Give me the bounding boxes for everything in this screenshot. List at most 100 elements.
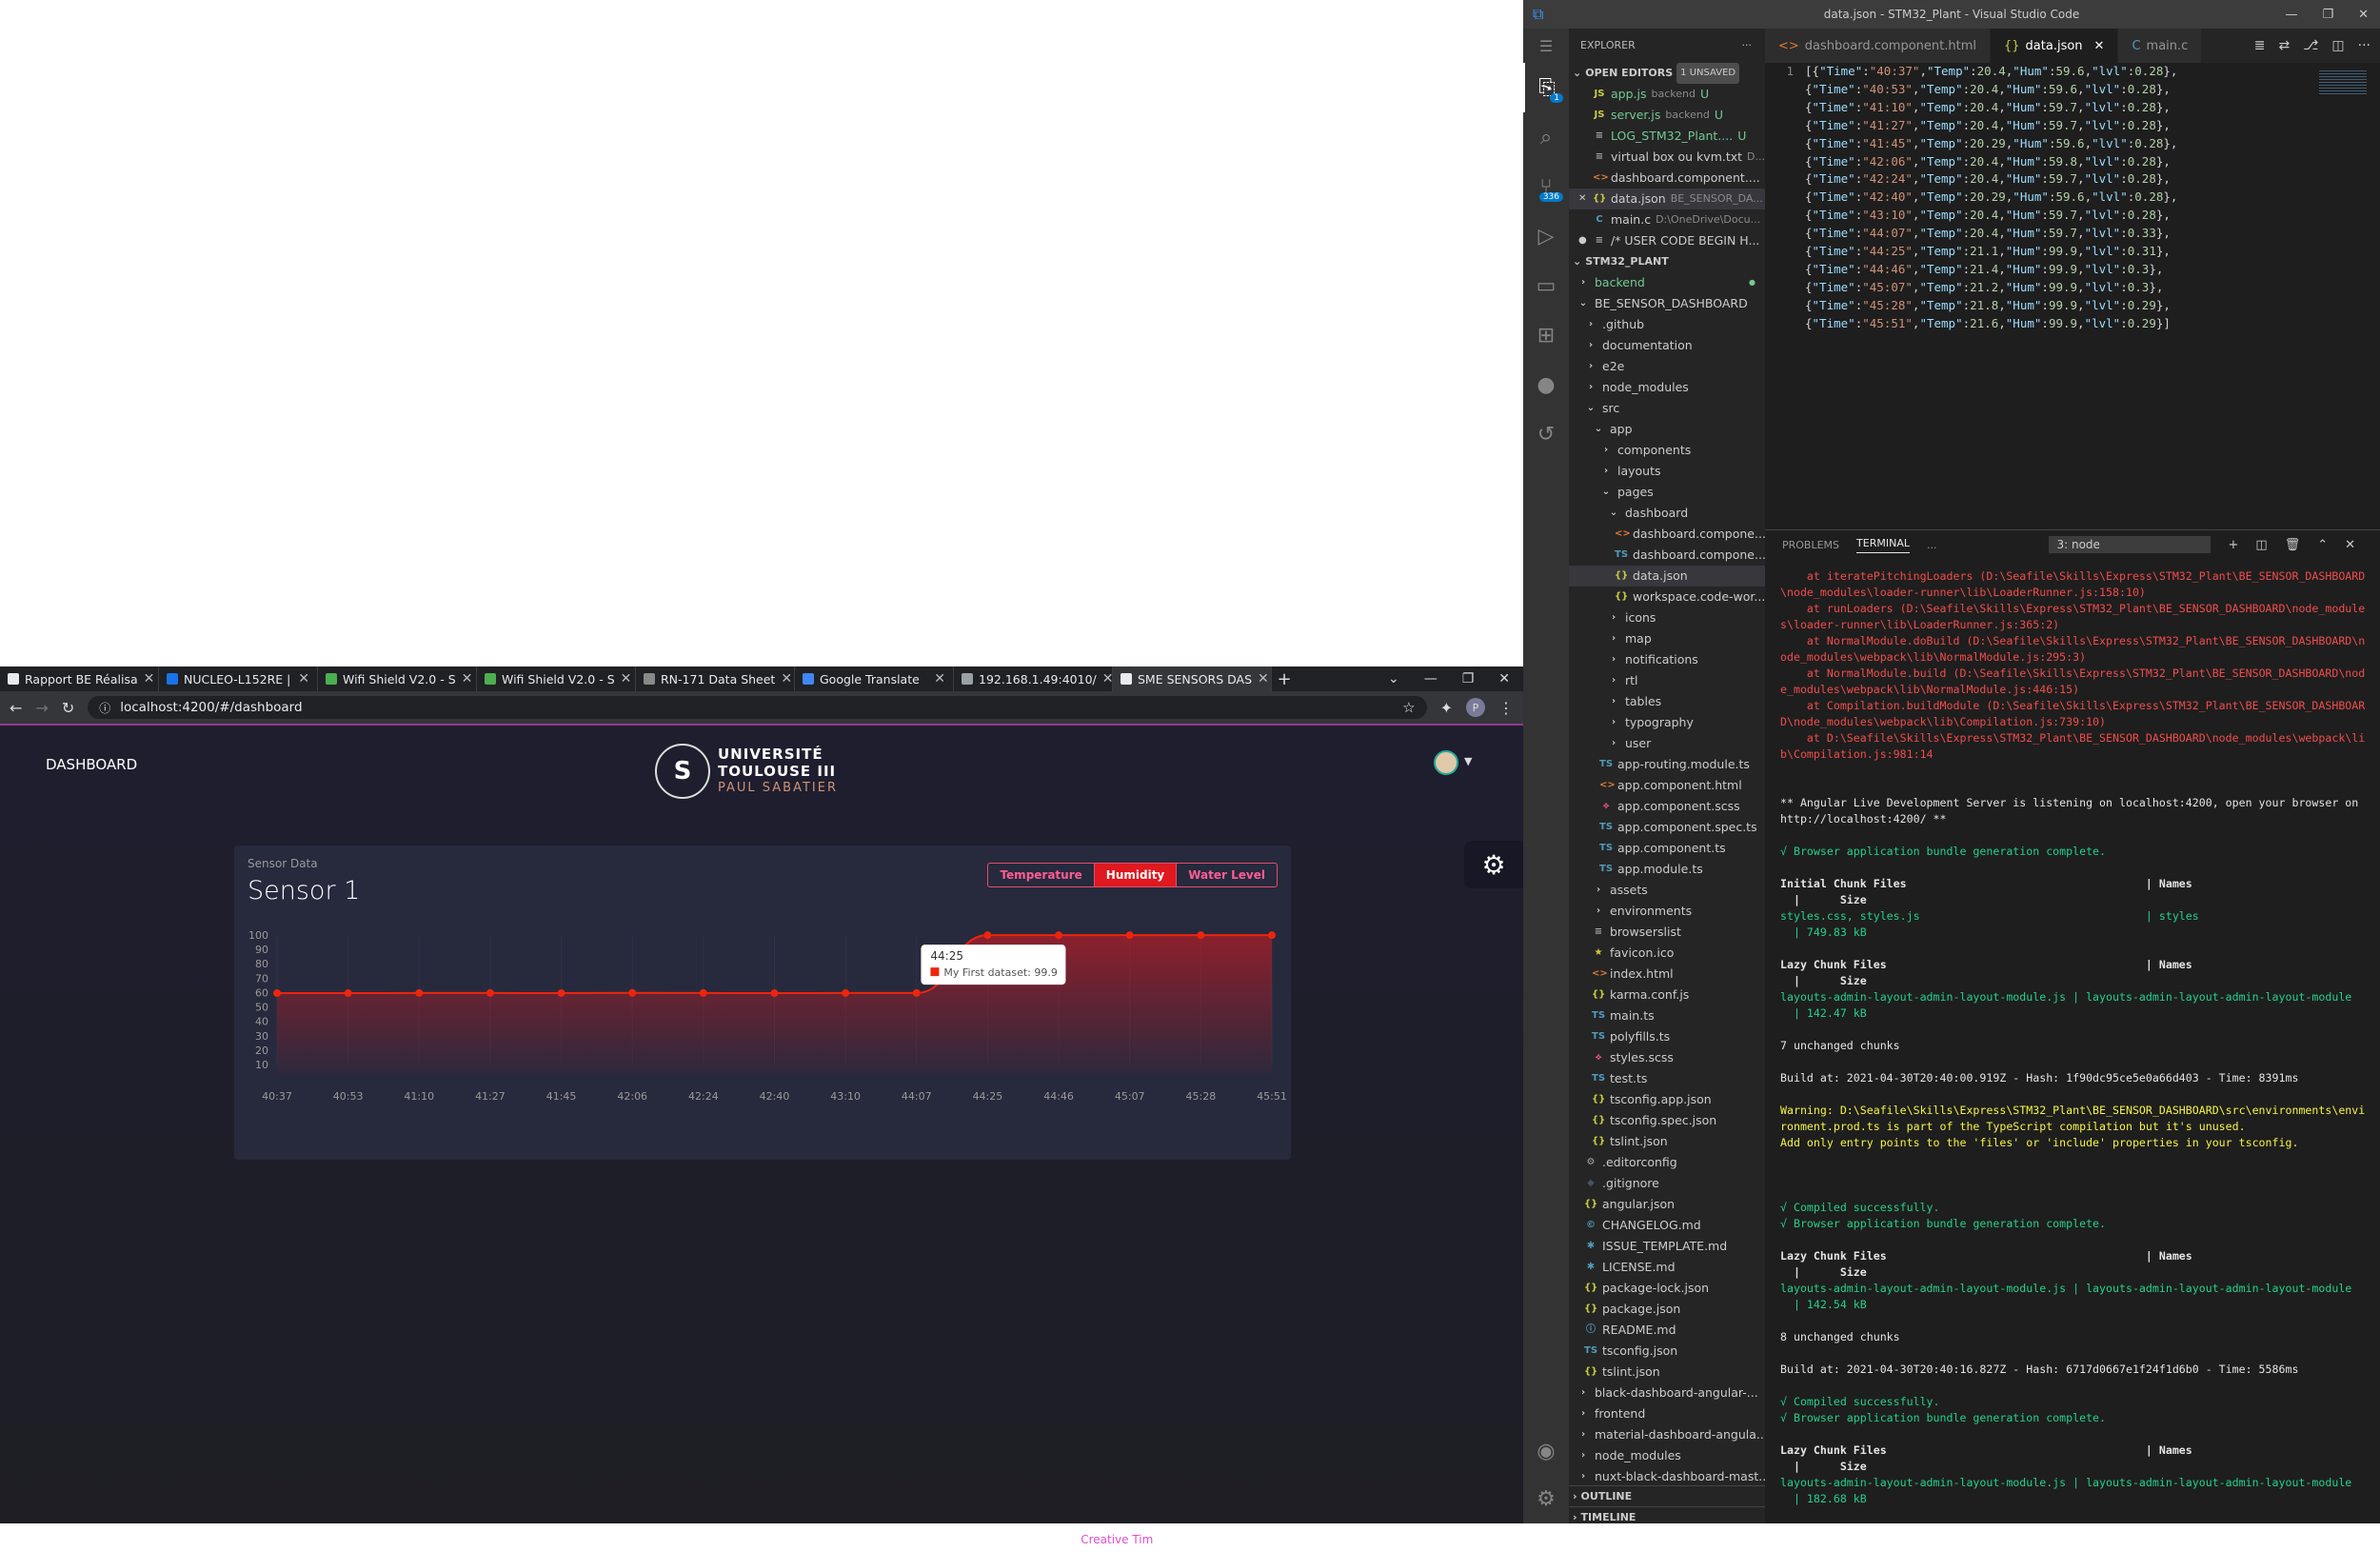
open-editor-item[interactable]: <> dashboard.component.... bbox=[1569, 168, 1765, 189]
open-editor-item[interactable]: ✕ {} data.json BE_SENSOR_DA... bbox=[1569, 189, 1765, 209]
tree-folder[interactable]: › node_modules bbox=[1569, 377, 1765, 398]
minimize-icon[interactable]: — bbox=[2285, 8, 2297, 22]
tree-folder[interactable]: › e2e bbox=[1569, 356, 1765, 377]
tree-folder[interactable]: › map bbox=[1569, 628, 1765, 649]
outline-header[interactable]: › OUTLINE bbox=[1569, 1485, 1765, 1506]
tree-folder[interactable]: › nuxt-black-dashboard-mast... bbox=[1569, 1466, 1765, 1487]
close-tab-icon[interactable]: ✕ bbox=[2094, 39, 2105, 53]
browser-tab[interactable]: 192.168.1.49:4010/ ✕ bbox=[954, 667, 1113, 691]
bookmark-star-icon[interactable]: ☆ bbox=[1402, 699, 1415, 716]
minimize-icon[interactable]: — bbox=[1424, 671, 1438, 686]
tree-file[interactable]: ★ favicon.ico bbox=[1569, 943, 1765, 964]
close-panel-icon[interactable]: ✕ bbox=[2345, 538, 2355, 552]
tree-folder[interactable]: ⌄ src bbox=[1569, 398, 1765, 419]
tree-folder[interactable]: › node_modules bbox=[1569, 1445, 1765, 1466]
back-icon[interactable]: ← bbox=[10, 699, 22, 717]
maximize-panel-icon[interactable]: ⌃ bbox=[2317, 538, 2328, 552]
terminal-output[interactable]: at iteratePitchingLoaders (D:\Seafile\Sk… bbox=[1780, 568, 2370, 1507]
close-tab-icon[interactable]: ✕ bbox=[621, 671, 632, 686]
new-tab-icon[interactable]: + bbox=[1272, 669, 1297, 689]
extensions-icon[interactable]: ✦ bbox=[1440, 699, 1453, 717]
tree-file[interactable]: © CHANGELOG.md bbox=[1569, 1215, 1765, 1236]
open-editor-item[interactable]: ≡ virtual box ou kvm.txt D... bbox=[1569, 147, 1765, 168]
tree-folder[interactable]: › environments bbox=[1569, 901, 1765, 922]
tree-folder[interactable]: › typography bbox=[1569, 712, 1765, 733]
tree-folder[interactable]: › .github bbox=[1569, 314, 1765, 335]
close-tab-icon[interactable]: ✕ bbox=[1258, 671, 1269, 686]
tab-data-json[interactable]: {} data.json ✕ bbox=[1991, 29, 2119, 63]
tree-folder[interactable]: › assets bbox=[1569, 880, 1765, 901]
json-content[interactable]: [{"Time":"40:37","Temp":20.4,"Hum":59.6,… bbox=[1805, 63, 2177, 333]
browser-menu-icon[interactable]: ⋮ bbox=[1498, 699, 1514, 717]
tree-file[interactable]: ⟡ app.component.scss bbox=[1569, 796, 1765, 817]
tree-folder[interactable]: › black-dashboard-angular-... bbox=[1569, 1383, 1765, 1403]
new-terminal-icon[interactable]: + bbox=[2228, 538, 2238, 552]
tree-folder[interactable]: › rtl bbox=[1569, 670, 1765, 691]
tree-folder[interactable]: ⌄ BE_SENSOR_DASHBOARD bbox=[1569, 293, 1765, 314]
run-debug-icon[interactable]: ▷ bbox=[1523, 211, 1569, 261]
tree-file[interactable]: TS main.ts bbox=[1569, 1005, 1765, 1026]
more-actions-icon[interactable]: ··· bbox=[1742, 29, 1753, 63]
tree-folder[interactable]: ⌄ pages bbox=[1569, 482, 1765, 503]
tree-folder[interactable]: › layouts bbox=[1569, 461, 1765, 482]
footer-link-university[interactable]: TOULOUSE III UNIVERSITY : PAUL SABATIER bbox=[143, 1533, 389, 1546]
minimap[interactable] bbox=[2319, 70, 2367, 95]
tree-folder[interactable]: › user bbox=[1569, 733, 1765, 754]
creative-tim-link[interactable]: Creative Tim bbox=[1081, 1533, 1153, 1546]
close-icon[interactable]: ✕ bbox=[1498, 671, 1510, 686]
search-icon[interactable]: ⌕ bbox=[1523, 112, 1569, 162]
tab-dashboard-html[interactable]: <> dashboard.component.html bbox=[1765, 29, 1991, 63]
close-tab-icon[interactable]: ✕ bbox=[298, 671, 309, 686]
settings-gear-icon[interactable]: ⚙ bbox=[1464, 841, 1523, 888]
tree-folder[interactable]: ⌄ dashboard bbox=[1569, 503, 1765, 524]
tree-file[interactable]: ⚙ .editorconfig bbox=[1569, 1152, 1765, 1173]
more-actions-icon[interactable]: ··· bbox=[2358, 38, 2370, 53]
footer-link-eea[interactable]: EEA bbox=[405, 1533, 426, 1546]
tree-file[interactable]: {} workspace.code-wor... bbox=[1569, 587, 1765, 607]
chevron-down-icon[interactable]: ▼ bbox=[1464, 755, 1472, 767]
tree-file[interactable]: {} data.json bbox=[1569, 566, 1765, 587]
url-field[interactable]: ⓘ localhost:4200/#/dashboard ☆ bbox=[88, 696, 1427, 719]
account-icon[interactable]: ◉ bbox=[1523, 1426, 1569, 1476]
tree-file[interactable]: TS app-routing.module.ts bbox=[1569, 754, 1765, 775]
menu-icon[interactable]: ☰ bbox=[1523, 29, 1569, 63]
browser-tab[interactable]: NUCLEO-L152RE | ✕ bbox=[159, 667, 318, 691]
manage-gear-icon[interactable]: ⚙ bbox=[1523, 1474, 1569, 1523]
tab-search-icon[interactable]: ⌄ bbox=[1388, 671, 1399, 686]
reload-icon[interactable]: ↻ bbox=[62, 699, 74, 717]
tree-file[interactable]: {} karma.conf.js bbox=[1569, 985, 1765, 1005]
terminal-select[interactable]: 3: node bbox=[2049, 536, 2211, 553]
avatar[interactable] bbox=[1434, 750, 1458, 775]
humidity-line-chart[interactable]: 40:37 40:53 41:10 41:27 41:45 42:06 42:24 42:40… bbox=[234, 922, 1291, 1150]
profile-icon[interactable]: P bbox=[1466, 698, 1485, 717]
close-tab-icon[interactable]: ✕ bbox=[462, 671, 473, 686]
live-share-icon[interactable]: ↺ bbox=[1523, 409, 1569, 459]
tree-file[interactable]: <> index.html bbox=[1569, 964, 1765, 985]
trash-icon[interactable]: 🗑 bbox=[2285, 538, 2301, 552]
tree-file[interactable]: ≡ browserslist bbox=[1569, 922, 1765, 943]
tab-problems[interactable]: PROBLEMS bbox=[1782, 539, 1839, 551]
open-changes-icon[interactable]: ⎇ bbox=[2303, 38, 2318, 53]
footer-link-sme[interactable]: SME bbox=[442, 1533, 466, 1546]
tree-file[interactable]: {} tsconfig.spec.json bbox=[1569, 1110, 1765, 1131]
remote-explorer-icon[interactable]: ▭ bbox=[1523, 261, 1569, 310]
tree-file[interactable]: {} package-lock.json bbox=[1569, 1278, 1765, 1299]
tree-folder[interactable]: › notifications bbox=[1569, 649, 1765, 670]
outline-view-icon[interactable]: ≣ bbox=[2254, 38, 2266, 53]
tree-file[interactable]: TS polyfills.ts bbox=[1569, 1026, 1765, 1047]
water-level-button[interactable]: Water Level bbox=[1177, 864, 1277, 886]
tree-file[interactable]: ✱ ISSUE_TEMPLATE.md bbox=[1569, 1236, 1765, 1257]
tree-file[interactable]: ✱ LICENSE.md bbox=[1569, 1257, 1765, 1278]
tree-file[interactable]: TS dashboard.compone... bbox=[1569, 545, 1765, 566]
explorer-icon[interactable]: ⎘ 1 bbox=[1523, 63, 1569, 112]
tree-folder[interactable]: › icons bbox=[1569, 607, 1765, 628]
tree-folder[interactable]: › backend ● bbox=[1569, 272, 1765, 293]
github-icon[interactable]: ● bbox=[1523, 360, 1569, 409]
compare-icon[interactable]: ⇄ bbox=[2279, 38, 2291, 53]
code-editor[interactable]: 1 [{"Time":"40:37","Temp":20.4,"Hum":59.… bbox=[1765, 63, 2380, 520]
panel-more[interactable]: ... bbox=[1927, 539, 1937, 551]
close-tab-icon[interactable]: ✕ bbox=[144, 671, 155, 686]
tree-file[interactable]: TS test.ts bbox=[1569, 1068, 1765, 1089]
tree-folder[interactable]: › material-dashboard-angula... bbox=[1569, 1424, 1765, 1445]
page-title[interactable]: DASHBOARD bbox=[46, 756, 137, 773]
